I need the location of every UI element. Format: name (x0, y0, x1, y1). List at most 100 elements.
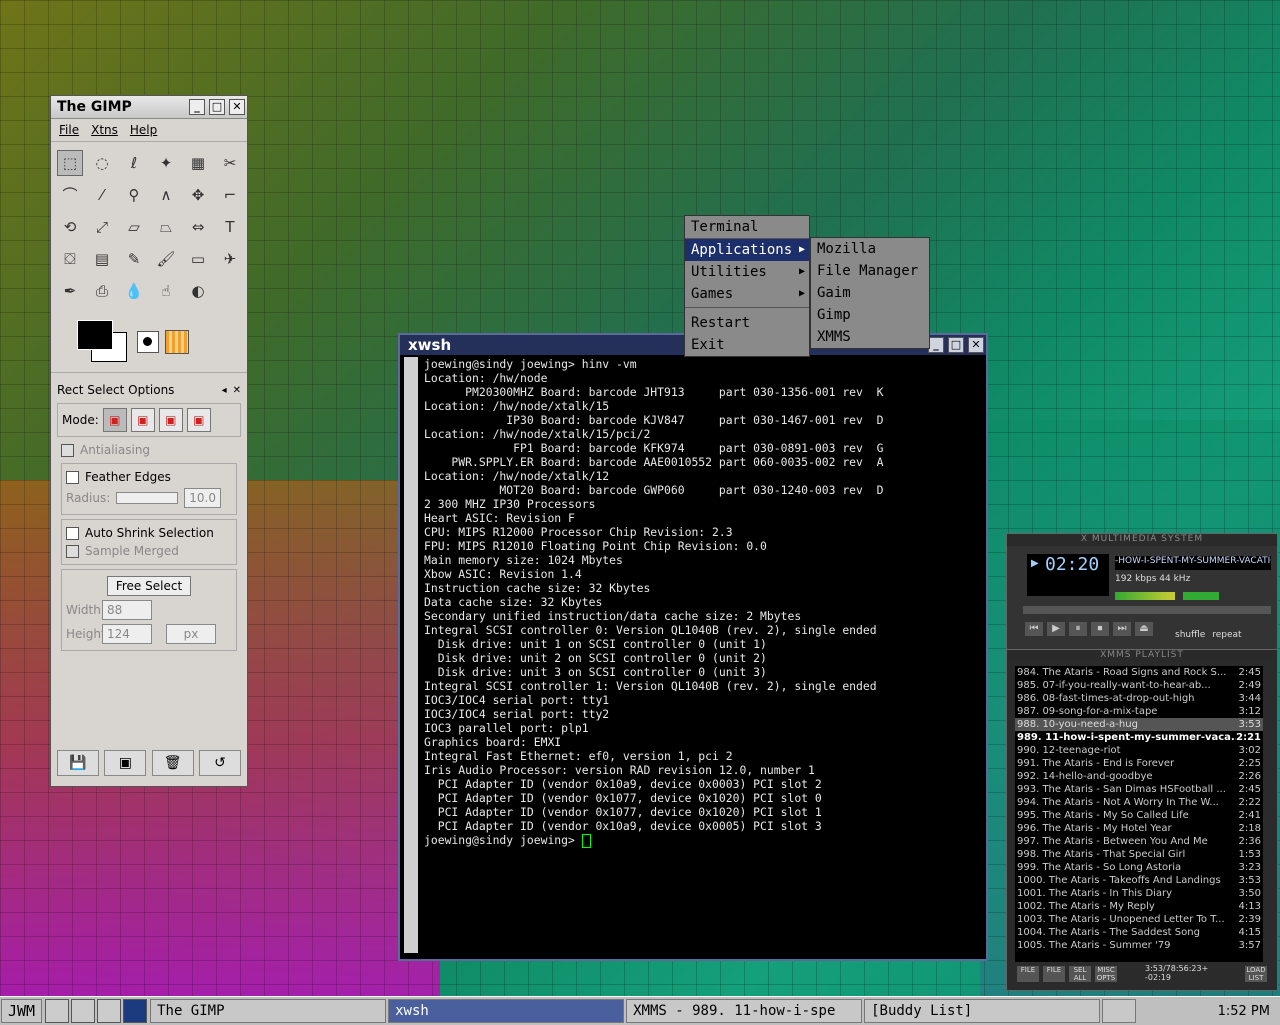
free-select-dropdown[interactable]: Free Select (106, 576, 192, 596)
repeat-button[interactable]: repeat (1212, 630, 1241, 640)
playlist-item[interactable]: 988. 10-you-need-a-hug 3:53 (1015, 718, 1263, 731)
radius-input[interactable]: 10.0 (184, 488, 221, 508)
pause-icon[interactable]: ⏸ (1069, 622, 1087, 636)
eraser-icon[interactable]: ▭ (185, 246, 211, 272)
antialiasing-checkbox[interactable] (61, 443, 74, 457)
stop-icon[interactable]: ⏹ (1091, 622, 1109, 636)
menu-help[interactable]: Help (130, 123, 157, 137)
prev-icon[interactable]: ⏮ (1025, 622, 1043, 636)
play-icon[interactable]: ▶ (1047, 622, 1065, 636)
minimize-icon[interactable]: _ (189, 99, 205, 115)
volume-slider[interactable] (1115, 592, 1175, 600)
magic-wand-icon[interactable]: ✦ (153, 150, 179, 176)
scissors-icon[interactable]: ✂ (217, 150, 243, 176)
lasso-icon[interactable]: ℓ (121, 150, 147, 176)
jwm-menu-button[interactable]: JWM (1, 999, 43, 1023)
blur-icon[interactable]: 💧 (121, 278, 147, 304)
clone-icon[interactable]: ⎙ (89, 278, 115, 304)
terminal-output[interactable]: joewing@sindy joewing> hinv -vm Location:… (424, 357, 980, 953)
maximize-icon[interactable]: □ (209, 99, 225, 115)
menu-item-utilities[interactable]: Utilities ▶ (685, 261, 809, 283)
playlist-item[interactable]: 1000. The Ataris - Takeoffs And Landings… (1015, 874, 1263, 887)
playlist-item[interactable]: 1002. The Ataris - My Reply 4:13 (1015, 900, 1263, 913)
shuffle-button[interactable]: shuffle (1175, 630, 1205, 640)
submenu-item-gaim[interactable]: Gaim (811, 282, 929, 304)
menu-item-applications[interactable]: Applications ▶ (685, 239, 809, 261)
playlist-item[interactable]: 989. 11-how-i-spent-my-summer-vaca... 2:2… (1015, 731, 1263, 744)
foreground-color[interactable] (77, 320, 113, 350)
menu-item-games[interactable]: Games ▶ (685, 283, 809, 305)
brush-icon[interactable] (137, 331, 159, 353)
playlist-item[interactable]: 984. The Ataris - Road Signs and Rock S.… (1015, 666, 1263, 679)
playlist-item[interactable]: 993. The Ataris - San Dimas HSFootball .… (1015, 783, 1263, 796)
color-select-icon[interactable]: ▦ (185, 150, 211, 176)
feather-checkbox[interactable] (66, 470, 79, 484)
mode-subtract-button[interactable]: ▣ (158, 408, 183, 432)
xmms-song-title[interactable]: -HOW-I-SPENT-MY-SUMMER-VACATION (1115, 556, 1271, 570)
mode-replace-button[interactable]: ▣ (102, 408, 127, 432)
width-input[interactable]: 88 (102, 600, 152, 620)
height-input[interactable]: 124 (102, 624, 152, 644)
playlist-titlebar[interactable]: XMMS PLAYLIST (1007, 650, 1277, 662)
pl-select-all-button[interactable]: SEL ALL (1069, 966, 1091, 982)
gimp-titlebar[interactable]: The GIMP _ □ ✕ (51, 96, 247, 119)
playlist-item[interactable]: 991. The Ataris - End is Forever 2:25 (1015, 757, 1263, 770)
color-picker-icon[interactable]: ⁄ (89, 182, 115, 208)
xmms-time-display[interactable]: ▶ 02:20 (1027, 554, 1109, 596)
blend-icon[interactable]: ▤ (89, 246, 115, 272)
smudge-icon[interactable]: ☝ (153, 278, 179, 304)
menu-xtns[interactable]: Xtns (91, 123, 118, 137)
xmms-titlebar[interactable]: X MULTIMEDIA SYSTEM (1007, 534, 1277, 546)
flip-icon[interactable]: ⇔ (185, 214, 211, 240)
save-options-icon[interactable]: 💾 (57, 750, 99, 776)
scale-icon[interactable]: ⤢ (89, 214, 115, 240)
submenu-item-file-manager[interactable]: File Manager (811, 260, 929, 282)
paintbrush-icon[interactable]: 🖌 (153, 246, 179, 272)
submenu-item-gimp[interactable]: Gimp (811, 304, 929, 326)
rotate-icon[interactable]: ⟲ (57, 214, 83, 240)
task-gimp[interactable]: The GIMP (150, 999, 387, 1023)
measure-icon[interactable]: ∧ (153, 182, 179, 208)
sample-merged-checkbox[interactable] (66, 544, 79, 558)
terminal-scrollbar[interactable] (404, 357, 418, 953)
playlist-item[interactable]: 987. 09-song-for-a-mix-tape 3:12 (1015, 705, 1263, 718)
playlist-body[interactable]: 984. The Ataris - Road Signs and Rock S.… (1015, 666, 1263, 962)
submenu-item-mozilla[interactable]: Mozilla (811, 238, 929, 260)
playlist-item[interactable]: 985. 07-if-you-really-want-to-hear-ab...… (1015, 679, 1263, 692)
playlist-item[interactable]: 995. The Ataris - My So Called Life 2:41 (1015, 809, 1263, 822)
paths-icon[interactable]: ⌒ (57, 182, 83, 208)
next-icon[interactable]: ⏭ (1113, 622, 1131, 636)
desktop-2[interactable] (71, 999, 96, 1023)
perspective-icon[interactable]: ⏢ (153, 214, 179, 240)
reset-options-icon[interactable]: ↺ (198, 750, 241, 776)
restore-options-icon[interactable]: ▣ (104, 750, 147, 776)
seek-bar[interactable] (1023, 606, 1271, 614)
pl-load-list-button[interactable]: LOAD LIST (1245, 966, 1267, 982)
brush-pattern-preview[interactable] (137, 316, 207, 368)
submenu-item-xmms[interactable]: XMMS (811, 326, 929, 348)
playlist-item[interactable]: 994. The Ataris - Not A Worry In The W..… (1015, 796, 1263, 809)
zoom-icon[interactable]: ⚲ (121, 182, 147, 208)
menu-item-terminal[interactable]: Terminal (685, 216, 809, 238)
detach-icon[interactable]: ◂ (222, 385, 227, 396)
mode-add-button[interactable]: ▣ (130, 408, 155, 432)
pl-add-file-button[interactable]: FILE (1017, 966, 1039, 982)
move-icon[interactable]: ✥ (185, 182, 211, 208)
close-icon[interactable]: ✕ (229, 99, 245, 115)
playlist-item[interactable]: 1005. The Ataris - Summer '79 3:57 (1015, 939, 1263, 952)
menu-item-restart[interactable]: Restart (685, 312, 809, 334)
desktop-1[interactable] (45, 999, 70, 1023)
balance-slider[interactable] (1183, 592, 1219, 600)
playlist-item[interactable]: 996. The Ataris - My Hotel Year 2:18 (1015, 822, 1263, 835)
desktop-3[interactable] (97, 999, 122, 1023)
fg-bg-color-swatch[interactable] (59, 316, 129, 362)
tray-icon[interactable] (1102, 999, 1137, 1023)
task-buddy-list[interactable]: [Buddy List] (864, 999, 1101, 1023)
close-options-icon[interactable]: ✕ (233, 385, 241, 396)
playlist-item[interactable]: 990. 12-teenage-riot 3:02 (1015, 744, 1263, 757)
crop-icon[interactable]: ⌐ (217, 182, 243, 208)
close-icon[interactable]: ✕ (968, 337, 984, 353)
text-icon[interactable]: T (217, 214, 243, 240)
pl-misc-opts-button[interactable]: MISC OPTS (1095, 966, 1117, 982)
playlist-item[interactable]: 999. The Ataris - So Long Astoria 3:23 (1015, 861, 1263, 874)
